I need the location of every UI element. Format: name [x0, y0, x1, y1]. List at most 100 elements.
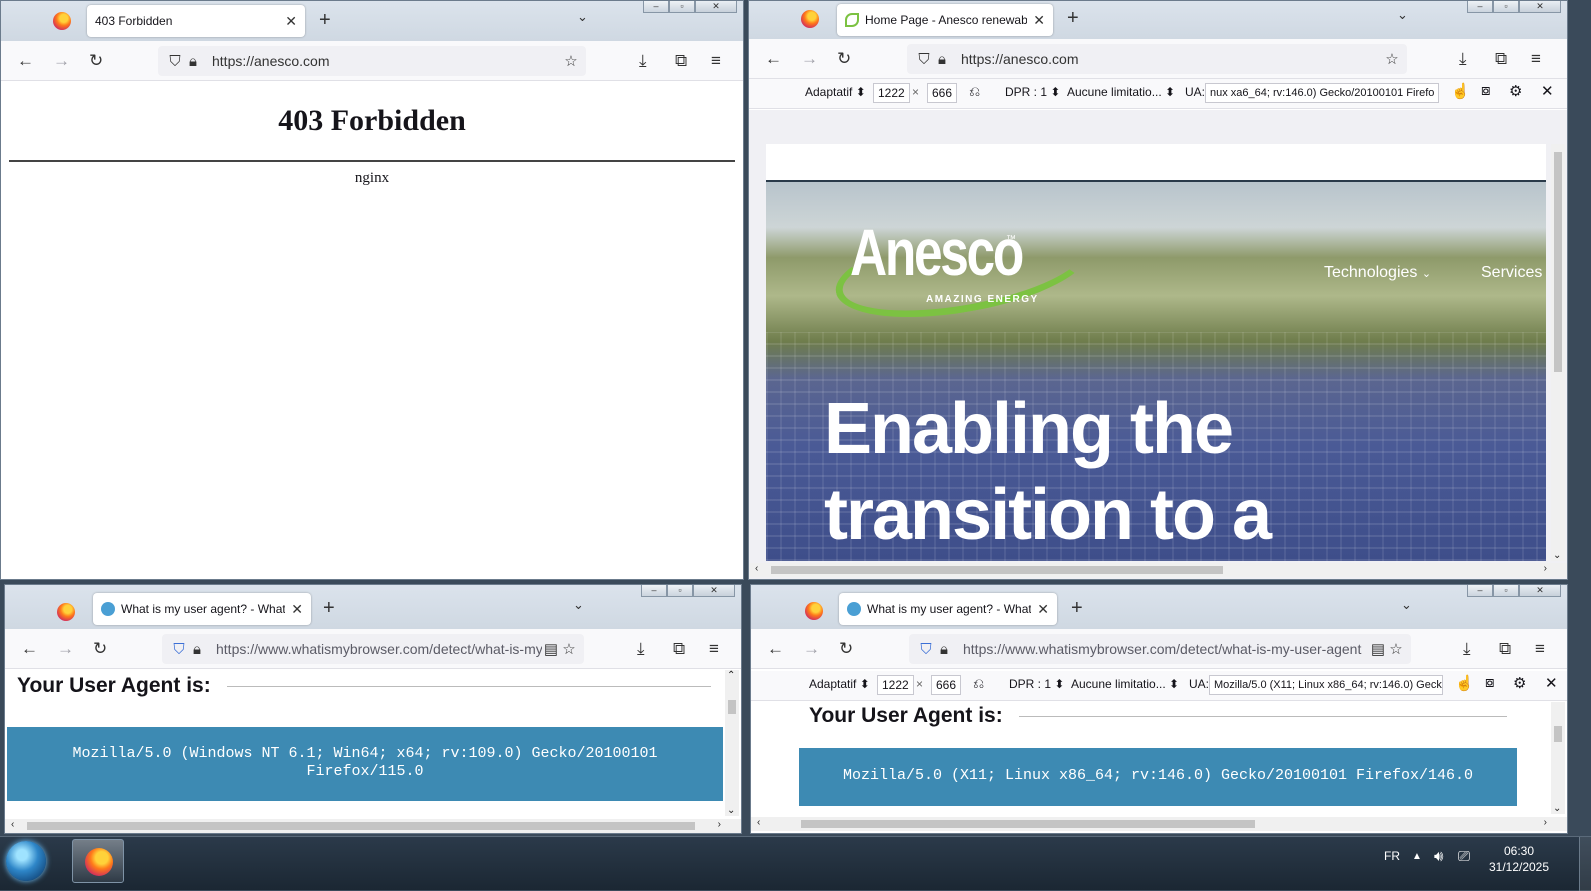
settings-gear-icon[interactable]: ⚙	[1509, 82, 1522, 100]
bookmark-star-icon[interactable]: ☆	[560, 640, 578, 658]
extensions-icon[interactable]: ⧉	[1499, 639, 1511, 659]
reader-view-icon[interactable]: ▤	[1369, 640, 1387, 658]
back-icon[interactable]: ←	[765, 49, 782, 69]
viewport-height-input[interactable]: 666	[931, 675, 962, 695]
scroll-down-arrow-icon[interactable]: ⌄	[1553, 803, 1561, 814]
close-tab-icon[interactable]: ✕	[1037, 601, 1049, 618]
close-window-button[interactable]: ✕	[1519, 1, 1561, 13]
maximize-button[interactable]: ▫	[1493, 585, 1519, 597]
maximize-button[interactable]: ▫	[1493, 1, 1519, 13]
viewport-height-input[interactable]: 666	[927, 83, 958, 103]
menu-icon[interactable]: ≡	[709, 639, 719, 659]
list-tabs-chevron-icon[interactable]: ⌄	[1397, 7, 1408, 23]
forward-icon[interactable]: →	[53, 51, 70, 71]
scroll-thumb[interactable]	[27, 822, 695, 830]
url-bar[interactable]: ⛉ 🔒︎ https://www.whatismybrowser.com/det…	[162, 634, 584, 664]
reader-view-icon[interactable]: ▤	[542, 640, 560, 658]
horizontal-scrollbar[interactable]: ‹ ›	[749, 563, 1567, 577]
scroll-thumb[interactable]	[1554, 152, 1562, 372]
downloads-icon[interactable]: ⤓	[639, 51, 647, 71]
vertical-scrollbar[interactable]: ⌃ ⌄	[725, 670, 739, 816]
viewport-width-input[interactable]: 1222	[877, 675, 914, 695]
scroll-right-arrow-icon[interactable]: ›	[1544, 563, 1547, 574]
minimize-button[interactable]: –	[643, 1, 669, 13]
maximize-button[interactable]: ▫	[667, 585, 693, 597]
close-tab-icon[interactable]: ✕	[1033, 12, 1045, 29]
back-icon[interactable]: ←	[21, 639, 38, 659]
reload-icon[interactable]: ↻	[839, 639, 853, 659]
network-icon[interactable]: ⎚	[1458, 848, 1470, 865]
scroll-thumb[interactable]	[728, 700, 736, 714]
minimize-button[interactable]: –	[1467, 1, 1493, 13]
scroll-thumb[interactable]	[771, 566, 1223, 574]
volume-icon[interactable]: 🔊︎	[1434, 848, 1443, 865]
site-logo[interactable]: Anesco ™ AMAZING ENERGY	[828, 206, 1098, 334]
touch-simulation-icon[interactable]: ☝	[1455, 674, 1474, 692]
user-agent-input[interactable]: Mozilla/5.0 (X11; Linux x86_64; rv:146.0…	[1209, 675, 1443, 695]
horizontal-scrollbar[interactable]: ‹ ›	[751, 817, 1567, 831]
menu-icon[interactable]: ≡	[711, 51, 721, 71]
start-button[interactable]	[6, 841, 46, 881]
close-window-button[interactable]: ✕	[695, 1, 737, 13]
rotate-viewport-icon[interactable]: ⎌	[973, 675, 984, 692]
nav-services[interactable]: Services	[1481, 264, 1542, 282]
downloads-icon[interactable]: ⤓	[1459, 49, 1467, 69]
user-agent-input[interactable]: nux xa6_64; rv:146.0) Gecko/20100101 Fir…	[1205, 83, 1439, 103]
minimize-button[interactable]: –	[641, 585, 667, 597]
lock-icon[interactable]: 🔒︎	[933, 51, 951, 68]
downloads-icon[interactable]: ⤓	[637, 639, 645, 659]
tab-whatismybrowser[interactable]: What is my user agent? - WhatIsMyBrowser…	[839, 593, 1057, 625]
close-window-button[interactable]: ✕	[1519, 585, 1561, 597]
dpr-select[interactable]: DPR : 1 ⬍	[1005, 85, 1060, 99]
device-preset-select[interactable]: Adaptatif ⬍	[805, 85, 866, 99]
list-tabs-chevron-icon[interactable]: ⌄	[1401, 597, 1412, 613]
back-icon[interactable]: ←	[17, 51, 34, 71]
new-tab-icon[interactable]: +	[323, 597, 335, 620]
clock[interactable]: 06:30 31/12/2025	[1484, 843, 1554, 875]
url-bar[interactable]: ⛉ 🔒︎ https://anesco.com ☆	[158, 46, 586, 76]
new-tab-icon[interactable]: +	[319, 9, 331, 32]
scroll-left-arrow-icon[interactable]: ‹	[757, 817, 760, 828]
network-throttle-select[interactable]: Aucune limitatio... ⬍	[1067, 85, 1175, 99]
close-tab-icon[interactable]: ✕	[285, 13, 297, 30]
close-rdm-icon[interactable]: ✕	[1541, 82, 1554, 100]
extensions-icon[interactable]: ⧉	[673, 639, 685, 659]
minimize-button[interactable]: –	[1467, 585, 1493, 597]
downloads-icon[interactable]: ⤓	[1463, 639, 1471, 659]
close-window-button[interactable]: ✕	[693, 585, 735, 597]
list-tabs-chevron-icon[interactable]: ⌄	[577, 9, 588, 25]
scroll-down-arrow-icon[interactable]: ⌄	[1553, 550, 1561, 561]
extensions-icon[interactable]: ⧉	[675, 51, 687, 71]
reload-icon[interactable]: ↻	[89, 51, 103, 71]
dpr-select[interactable]: DPR : 1 ⬍	[1009, 677, 1064, 691]
back-icon[interactable]: ←	[767, 639, 784, 659]
lock-icon[interactable]: 🔒︎	[935, 641, 953, 658]
vertical-scrollbar[interactable]: ⌄	[1551, 702, 1565, 814]
menu-icon[interactable]: ≡	[1531, 49, 1541, 69]
url-bar[interactable]: ⛉ 🔒︎ https://www.whatismybrowser.com/det…	[909, 634, 1411, 664]
extensions-icon[interactable]: ⧉	[1495, 49, 1507, 69]
reload-icon[interactable]: ↻	[93, 639, 107, 659]
url-bar[interactable]: ⛉ 🔒︎ https://anesco.com ☆	[907, 44, 1407, 74]
screenshot-icon[interactable]: ⧇	[1485, 674, 1495, 691]
lock-icon[interactable]: 🔒︎	[184, 53, 202, 70]
device-preset-select[interactable]: Adaptatif ⬍	[809, 677, 870, 691]
bookmark-star-icon[interactable]: ☆	[562, 52, 580, 70]
tab-whatismybrowser[interactable]: What is my user agent? - WhatIsMyBrowser…	[93, 593, 311, 625]
scroll-right-arrow-icon[interactable]: ›	[1544, 817, 1547, 828]
shield-icon[interactable]: ⛉	[166, 53, 184, 70]
close-rdm-icon[interactable]: ✕	[1545, 674, 1558, 692]
show-hidden-icons-icon[interactable]: ▲	[1412, 851, 1422, 862]
reload-icon[interactable]: ↻	[837, 49, 851, 69]
tab-anesco-home[interactable]: Home Page - Anesco renewable ✕	[837, 4, 1053, 36]
forward-icon[interactable]: →	[801, 49, 818, 69]
maximize-button[interactable]: ▫	[669, 1, 695, 13]
scroll-up-arrow-icon[interactable]: ⌃	[727, 670, 735, 681]
horizontal-scrollbar[interactable]: ‹ ›	[5, 819, 741, 833]
shield-icon[interactable]: ⛉	[917, 641, 935, 658]
touch-simulation-icon[interactable]: ☝	[1451, 82, 1470, 100]
shield-icon[interactable]: ⛉	[170, 641, 188, 658]
nav-technologies[interactable]: Technologies ⌄	[1324, 264, 1431, 282]
new-tab-icon[interactable]: +	[1071, 597, 1083, 620]
vertical-scrollbar[interactable]: ⌄	[1551, 144, 1565, 561]
